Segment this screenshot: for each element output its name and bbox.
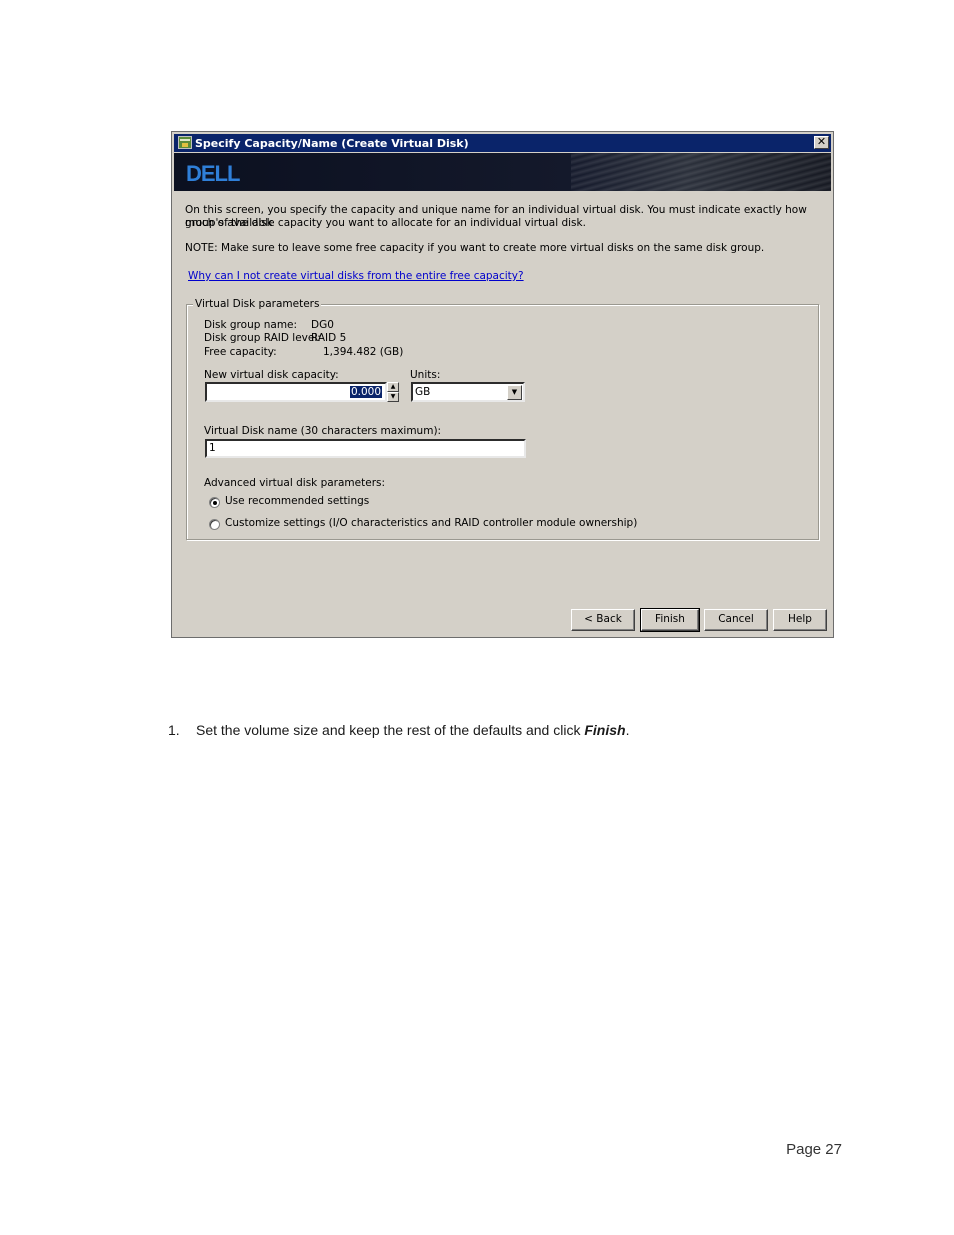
help-button[interactable]: Help [773,609,827,631]
spin-up-icon[interactable]: ▲ [387,382,399,392]
advanced-label: Advanced virtual disk parameters: [204,477,386,489]
free-capacity-label: Free capacity: [204,346,277,358]
disk-group-name-value: DG0 [311,319,334,331]
free-capacity-value: 1,394.482 (GB) [323,346,404,358]
step-text: Set the volume size and keep the rest of… [196,722,629,738]
free-capacity-help-link[interactable]: Why can I not create virtual disks from … [188,270,524,282]
radio-customize-label[interactable]: Customize settings (I/O characteristics … [225,517,637,529]
step-text-before: Set the volume size and keep the rest of… [196,722,585,738]
vd-name-input[interactable]: 1 [205,439,526,458]
dell-logo: DELL [186,162,241,184]
close-icon[interactable]: ✕ [814,136,829,149]
step-text-after: . [625,722,630,738]
radio-recommended[interactable] [209,497,220,508]
spin-down-icon[interactable]: ▼ [387,392,399,402]
page-number: Page 27 [786,1141,842,1158]
dell-banner: DELL [174,153,831,191]
intro-line-2: group's available capacity you want to a… [185,217,586,229]
radio-recommended-label[interactable]: Use recommended settings [225,495,369,507]
radio-customize[interactable] [209,519,220,530]
banner-swoosh [571,153,831,191]
disk-group-name-label: Disk group name: [204,319,298,331]
units-select[interactable]: GB ▼ [411,382,525,402]
cancel-button[interactable]: Cancel [704,609,768,631]
dialog-titlebar[interactable]: Specify Capacity/Name (Create Virtual Di… [174,134,831,152]
capacity-value: 0.000 [349,386,382,398]
step-text-emphasis: Finish [584,722,626,738]
units-value: GB [415,386,431,398]
capacity-label: New virtual disk capacity: [204,369,339,381]
step-number: 1. [168,722,180,738]
app-icon [178,136,192,149]
capacity-input[interactable]: 0.000 [205,382,387,402]
vd-name-value: 1 [209,442,216,454]
finish-button[interactable]: Finish [640,608,700,632]
back-button[interactable]: < Back [571,609,635,631]
dialog-content: On this screen, you specify the capacity… [172,192,833,637]
dialog-title: Specify Capacity/Name (Create Virtual Di… [195,137,469,150]
chevron-down-icon[interactable]: ▼ [507,385,522,400]
raid-level-label: Disk group RAID level: [204,332,321,344]
vd-name-label: Virtual Disk name (30 characters maximum… [204,425,442,437]
create-virtual-disk-dialog: Specify Capacity/Name (Create Virtual Di… [171,131,834,638]
virtual-disk-parameters-group: Virtual Disk parameters Disk group name:… [186,298,819,540]
raid-level-value: RAID 5 [311,332,347,344]
note-text: NOTE: Make sure to leave some free capac… [185,242,765,254]
units-label: Units: [410,369,441,381]
group-legend: Virtual Disk parameters [193,298,322,310]
dell-logo-text: DELL [186,162,240,184]
capacity-spinner[interactable]: ▲ ▼ [387,382,399,402]
